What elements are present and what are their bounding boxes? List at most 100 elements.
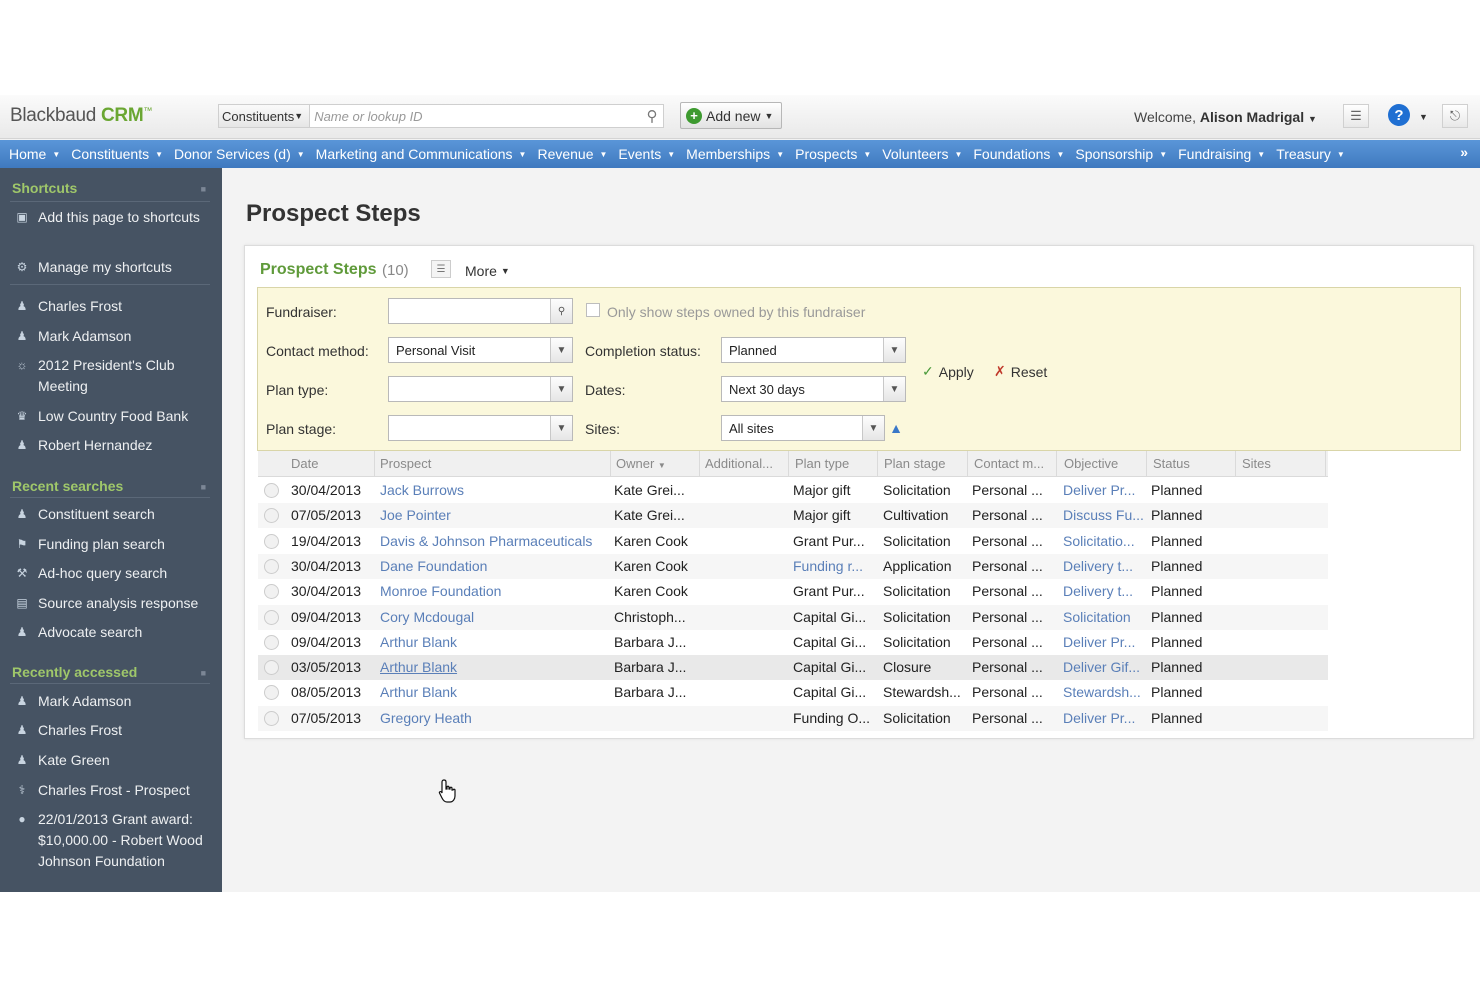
row-action-icon[interactable] (264, 609, 279, 625)
sidebar-item-recent[interactable]: ♟ Kate Green (14, 750, 212, 771)
cell-prospect[interactable]: Gregory Heath (380, 710, 472, 726)
cell-objective[interactable]: Solicitatio... (1063, 533, 1135, 549)
sidebar-item-recent-search[interactable]: ♟ Constituent search (14, 504, 212, 525)
cell-prospect[interactable]: Monroe Foundation (380, 583, 501, 599)
table-row[interactable]: 30/04/2013 Monroe Foundation Karen Cook Gra… (258, 579, 1328, 604)
sidebar-item-recent[interactable]: ♟ Mark Adamson (14, 691, 212, 712)
nav-foundations[interactable]: Foundations ▼ (973, 146, 1064, 162)
table-row[interactable]: 03/05/2013 Arthur Blank Barbara J... Capita… (258, 655, 1328, 681)
cell-prospect[interactable]: Joe Pointer (380, 507, 451, 523)
only-owned-checkbox[interactable] (586, 303, 600, 317)
column-header-owner[interactable]: Owner ▼ (616, 456, 666, 471)
sidebar-item-shortcut[interactable]: ☼ 2012 President's Club Meeting (14, 355, 212, 397)
sidebar-item-recent-search[interactable]: ⚑ Funding plan search (14, 534, 212, 555)
table-row[interactable]: 19/04/2013 Davis & Johnson Pharmaceutical… (258, 529, 1328, 554)
completion-status-select[interactable]: Planned ▼ (721, 337, 906, 363)
table-row[interactable]: 07/05/2013 Joe Pointer Kate Grei... Major g… (258, 503, 1328, 529)
sidebar-item-recent-search[interactable]: ▤ Source analysis response (14, 593, 212, 614)
nav-volunteers[interactable]: Volunteers ▼ (882, 146, 962, 162)
nav-events[interactable]: Events ▼ (618, 146, 675, 162)
fundraiser-field[interactable]: ⚲ (388, 298, 573, 324)
logout-icon[interactable]: ⎋ (1442, 104, 1468, 128)
table-row[interactable]: 30/04/2013 Dane Foundation Karen Cook Fundi… (258, 553, 1328, 579)
row-action-icon[interactable] (264, 533, 279, 549)
more-menu-button[interactable]: More ▼ (465, 263, 510, 279)
sidebar-item-manage-shortcuts[interactable]: ⚙ Manage my shortcuts (14, 257, 212, 278)
app-logo[interactable]: Blackbaud CRM™ (10, 105, 152, 127)
nav-prospects[interactable]: Prospects ▼ (795, 146, 871, 162)
cell-objective[interactable]: Deliver Gif... (1063, 659, 1140, 675)
cell-prospect[interactable]: Cory Mcdougal (380, 609, 474, 625)
cell-prospect[interactable]: Arthur Blank (380, 684, 457, 700)
list-icon[interactable]: ☰ (1343, 104, 1369, 128)
row-action-icon[interactable] (264, 584, 279, 600)
column-header-plan-stage[interactable]: Plan stage (884, 456, 945, 471)
nav-fundraising[interactable]: Fundraising ▼ (1178, 146, 1265, 162)
cell-prospect[interactable]: Jack Burrows (380, 482, 464, 498)
collapse-icon[interactable]: ■ (201, 184, 206, 194)
cell-objective[interactable]: Deliver Pr... (1063, 482, 1135, 498)
sidebar-item-shortcut[interactable]: ♛ Low Country Food Bank (14, 406, 212, 427)
nav-sponsorship[interactable]: Sponsorship ▼ (1075, 146, 1167, 162)
row-action-icon[interactable] (264, 710, 279, 726)
sidebar-item-recent-search[interactable]: ♟ Advocate search (14, 622, 212, 643)
dates-select[interactable]: Next 30 days ▼ (721, 376, 906, 402)
help-icon[interactable]: ? (1388, 104, 1410, 126)
cell-prospect[interactable]: Davis & Johnson Pharmaceuticals (380, 533, 592, 549)
column-header-plan-type[interactable]: Plan type (795, 456, 849, 471)
collapse-icon[interactable]: ■ (201, 482, 206, 492)
cell-objective[interactable]: Deliver Pr... (1063, 710, 1135, 726)
table-row[interactable]: 09/04/2013 Arthur Blank Barbara J... Capita… (258, 630, 1328, 655)
filter-toggle-icon[interactable]: ☰ (431, 260, 451, 278)
table-row[interactable]: 30/04/2013 Jack Burrows Kate Grei... Major … (258, 478, 1328, 503)
contact-method-select[interactable]: Personal Visit ▼ (388, 337, 573, 363)
column-header-sites[interactable]: Sites (1242, 456, 1271, 471)
search-icon[interactable]: ⚲ (550, 299, 572, 323)
nav-memberships[interactable]: Memberships ▼ (686, 146, 784, 162)
apply-button[interactable]: ✓ Apply (922, 363, 974, 380)
reset-button[interactable]: ✗ Reset (994, 363, 1047, 380)
column-header-additional[interactable]: Additional... (705, 456, 773, 471)
collapse-icon[interactable]: ■ (201, 668, 206, 678)
cell-prospect[interactable]: Arthur Blank (380, 659, 457, 675)
row-action-icon[interactable] (264, 483, 279, 498)
nav-constituents[interactable]: Constituents ▼ (71, 146, 163, 162)
cell-objective[interactable]: Discuss Fu... (1063, 507, 1144, 523)
column-header-status[interactable]: Status (1153, 456, 1190, 471)
cell-objective[interactable]: Stewardsh... (1063, 684, 1141, 700)
nav-home[interactable]: Home ▼ (9, 146, 60, 162)
table-row[interactable]: 08/05/2013 Arthur Blank Barbara J... Capita… (258, 680, 1328, 705)
cell-objective[interactable]: Delivery t... (1063, 583, 1133, 599)
column-header-objective[interactable]: Objective (1064, 456, 1118, 471)
search-input[interactable] (310, 105, 641, 127)
cell-objective[interactable]: Deliver Pr... (1063, 634, 1135, 650)
plan-type-select[interactable]: ▼ (388, 376, 573, 402)
row-action-icon[interactable] (264, 508, 279, 524)
table-row[interactable]: 09/04/2013 Cory Mcdougal Christoph... Capit… (258, 604, 1328, 630)
sidebar-item-add-shortcut[interactable]: ▣ Add this page to shortcuts (14, 207, 212, 228)
column-header-contact-method[interactable]: Contact m... (974, 456, 1044, 471)
row-action-icon[interactable] (264, 558, 279, 574)
cell-objective[interactable]: Delivery t... (1063, 558, 1133, 574)
cell-prospect[interactable]: Arthur Blank (380, 634, 457, 650)
plan-stage-select[interactable]: ▼ (388, 415, 573, 441)
table-row[interactable]: 07/05/2013 Gregory Heath Funding O... Solic… (258, 705, 1328, 731)
sites-select[interactable]: All sites ▼ (721, 415, 885, 441)
nav-overflow-icon[interactable]: » (1460, 144, 1468, 160)
column-header-prospect[interactable]: Prospect (380, 456, 431, 471)
sidebar-item-recent[interactable]: ⚕ Charles Frost - Prospect (14, 780, 212, 801)
nav-treasury[interactable]: Treasury ▼ (1276, 146, 1345, 162)
search-icon[interactable]: ⚲ (641, 105, 663, 127)
cell-plan-type[interactable]: Funding r... (793, 558, 863, 574)
row-action-icon[interactable] (264, 660, 279, 676)
row-action-icon[interactable] (264, 685, 279, 701)
caret-down-icon[interactable]: ▼ (1419, 112, 1428, 122)
welcome-user[interactable]: Welcome, Alison Madrigal ▼ (1134, 109, 1317, 125)
search-scope-dropdown[interactable]: Constituents ▼ (219, 105, 311, 127)
sidebar-item-shortcut[interactable]: ♟ Charles Frost (14, 296, 212, 317)
cell-objective[interactable]: Solicitation (1063, 609, 1131, 625)
sidebar-item-recent[interactable]: ● 22/01/2013 Grant award: $10,000.00 - Ro… (14, 809, 212, 872)
sidebar-item-recent-search[interactable]: ⚒ Ad-hoc query search (14, 563, 212, 584)
column-header-date[interactable]: Date (291, 456, 318, 471)
row-action-icon[interactable] (264, 634, 279, 650)
